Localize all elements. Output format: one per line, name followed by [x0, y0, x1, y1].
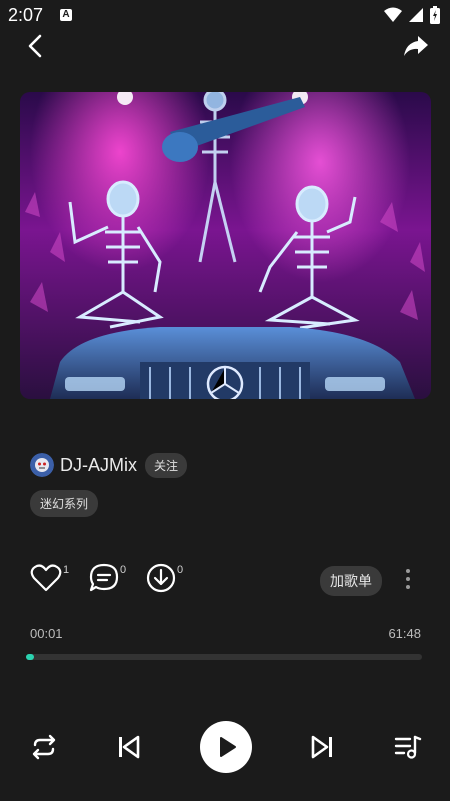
- player-controls: [0, 716, 450, 776]
- follow-button[interactable]: 关注: [145, 452, 188, 478]
- top-bar: [0, 30, 450, 62]
- skip-previous-icon[interactable]: [113, 732, 143, 762]
- share-icon[interactable]: [402, 32, 430, 60]
- artist-row: DJ-AJMix 关注: [30, 452, 188, 478]
- artist-name[interactable]: DJ-AJMix: [60, 455, 137, 476]
- like-count: 1: [63, 564, 70, 576]
- download-count: 0: [177, 564, 184, 576]
- progress-fill: [26, 654, 34, 660]
- comment-count: 0: [120, 564, 127, 576]
- current-time: 00:01: [30, 626, 63, 641]
- status-bar: 2:07 A: [0, 0, 450, 32]
- series-tag[interactable]: 迷幻系列: [30, 490, 99, 517]
- play-icon: [220, 737, 236, 757]
- add-to-playlist-button[interactable]: 加歌单: [320, 566, 382, 596]
- back-arrow-icon[interactable]: [22, 32, 50, 60]
- status-notification-icon: A: [60, 9, 72, 21]
- battery-icon: [430, 6, 440, 24]
- skip-next-icon[interactable]: [308, 732, 338, 762]
- heart-icon[interactable]: [30, 562, 62, 594]
- signal-icon: [409, 8, 423, 22]
- action-row: 1 0 0 加歌单: [30, 562, 422, 598]
- artist-avatar[interactable]: [30, 453, 54, 477]
- album-cover-image: [20, 92, 431, 399]
- progress-bar[interactable]: [26, 654, 422, 660]
- total-time: 61:48: [388, 626, 421, 641]
- more-vertical-icon[interactable]: [404, 568, 412, 590]
- wifi-icon: [384, 7, 402, 22]
- download-icon[interactable]: [145, 562, 177, 594]
- comment-icon[interactable]: [88, 562, 120, 594]
- play-button[interactable]: [200, 721, 252, 773]
- album-cover: [20, 92, 431, 399]
- repeat-icon[interactable]: [29, 732, 59, 762]
- playlist-icon[interactable]: [393, 732, 423, 762]
- status-time: 2:07: [8, 5, 44, 25]
- status-icons: [384, 6, 440, 24]
